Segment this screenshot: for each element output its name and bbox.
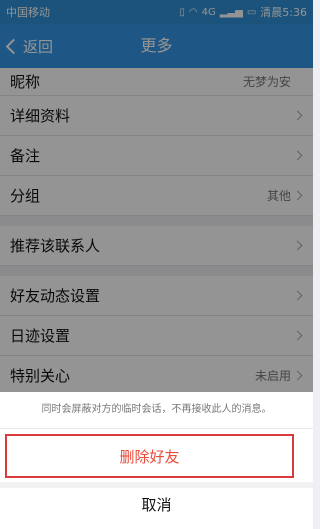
delete-friend-button[interactable]: 删除好友: [5, 434, 294, 478]
action-sheet: 同时会屏蔽对方的临时会话，不再接收此人的消息。 删除好友 取消: [0, 392, 313, 529]
cancel-button[interactable]: 取消: [0, 488, 313, 521]
action-sheet-message: 同时会屏蔽对方的临时会话，不再接收此人的消息。: [0, 392, 313, 429]
